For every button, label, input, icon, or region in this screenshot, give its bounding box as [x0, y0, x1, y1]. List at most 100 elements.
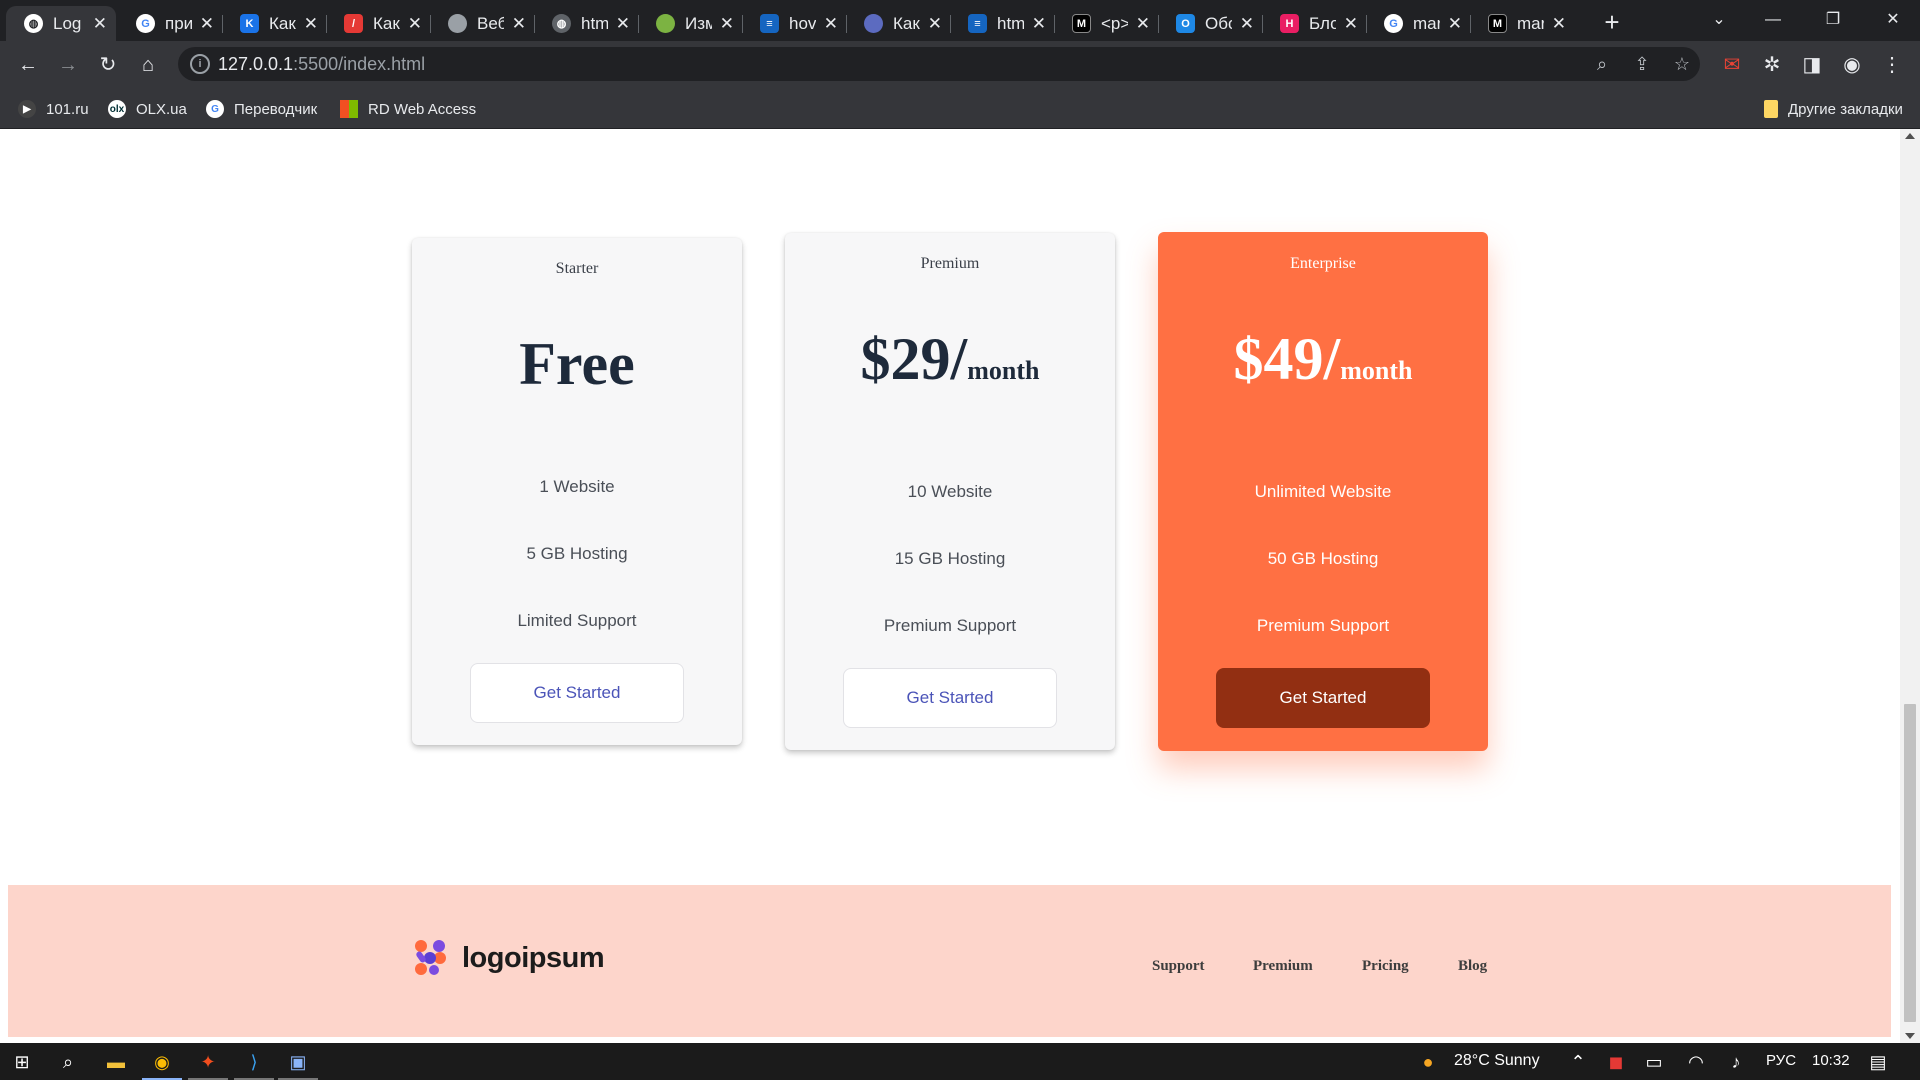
bookmark-star-icon[interactable]: ☆: [1670, 52, 1694, 76]
profile-avatar-icon[interactable]: ◉: [1838, 51, 1866, 79]
other-bookmarks[interactable]: Другие закладки: [1764, 98, 1903, 120]
bookmark-olx[interactable]: olx OLX.ua: [108, 98, 187, 120]
get-started-button[interactable]: Get Started: [470, 663, 684, 723]
search-icon[interactable]: ⌕: [56, 1050, 80, 1074]
olx-icon: olx: [108, 100, 126, 118]
close-icon[interactable]: ✕: [408, 14, 422, 34]
close-icon[interactable]: ✕: [1552, 14, 1566, 34]
site-info-icon[interactable]: i: [190, 54, 210, 74]
zoom-icon[interactable]: ⌕: [1590, 52, 1614, 76]
volume-icon[interactable]: ♪: [1724, 1050, 1748, 1074]
minimize-button[interactable]: —: [1750, 6, 1796, 34]
tab-label: hov: [789, 13, 816, 33]
close-icon[interactable]: ✕: [200, 14, 214, 34]
scroll-down-arrow-icon[interactable]: [1905, 1033, 1915, 1039]
figma-icon[interactable]: ✦: [196, 1050, 220, 1074]
forward-arrow-icon[interactable]: →: [54, 51, 82, 79]
tab[interactable]: ◍ htm ✕: [534, 6, 638, 41]
battery-icon[interactable]: ▭: [1642, 1050, 1666, 1074]
get-started-button[interactable]: Get Started: [1216, 668, 1430, 728]
tray-app-icon[interactable]: ◼: [1604, 1050, 1628, 1074]
other-bookmarks-label: Другие закладки: [1788, 100, 1903, 118]
bookmark-rd-web-access[interactable]: RD Web Access: [340, 98, 476, 120]
plan-feature: 10 Website: [907, 482, 993, 501]
extensions-puzzle-icon[interactable]: ✲: [1758, 51, 1786, 79]
close-icon[interactable]: ✕: [1240, 14, 1254, 34]
bookmark-101ru[interactable]: ▶ 101.ru: [18, 98, 89, 120]
footer-link-pricing[interactable]: Pricing: [1362, 958, 1409, 975]
close-icon[interactable]: ✕: [928, 14, 942, 34]
close-icon[interactable]: ✕: [824, 14, 838, 34]
folder-icon: [1764, 100, 1778, 118]
footer-link-premium[interactable]: Premium: [1253, 958, 1313, 975]
weather-text[interactable]: 28°C Sunny: [1454, 1052, 1540, 1070]
tab[interactable]: Веб ✕: [430, 6, 534, 41]
chrome-icon[interactable]: ◉: [150, 1050, 174, 1074]
back-arrow-icon[interactable]: ←: [14, 51, 42, 79]
stackoverflow-icon: ≡: [968, 14, 987, 33]
tab[interactable]: K Как ✕: [222, 6, 326, 41]
google-icon: G: [1384, 14, 1403, 33]
tab[interactable]: Как ✕: [846, 6, 950, 41]
footer-link-support[interactable]: Support: [1152, 958, 1205, 975]
tab-search-chevron-icon[interactable]: ⌄: [1696, 6, 1742, 34]
tab[interactable]: M mar ✕: [1470, 6, 1574, 41]
scroll-thumb[interactable]: [1904, 704, 1916, 1022]
tab-label: Изм: [685, 13, 712, 33]
vscode-icon[interactable]: ⟩: [242, 1050, 266, 1074]
plan-feature: 1 Website: [539, 477, 615, 496]
scroll-up-arrow-icon[interactable]: [1905, 133, 1915, 139]
share-icon[interactable]: ⇪: [1630, 52, 1654, 76]
close-icon[interactable]: ✕: [92, 14, 108, 34]
tab[interactable]: Изм ✕: [638, 6, 742, 41]
tab[interactable]: G mar ✕: [1366, 6, 1470, 41]
file-explorer-icon[interactable]: ▬: [104, 1050, 128, 1074]
tab[interactable]: / Как ✕: [326, 6, 430, 41]
site-icon: [656, 14, 675, 33]
close-icon[interactable]: ✕: [1136, 14, 1150, 34]
tab[interactable]: ≡ htm ✕: [950, 6, 1054, 41]
logo[interactable]: logoipsum: [410, 937, 605, 979]
reload-icon[interactable]: ↻: [94, 51, 122, 79]
menu-kebab-icon[interactable]: ⋮: [1878, 51, 1906, 79]
weather-sun-icon[interactable]: ●: [1416, 1050, 1440, 1074]
tab[interactable]: O Обо ✕: [1158, 6, 1262, 41]
plan-feature: 15 GB Hosting: [894, 549, 1006, 568]
globe-icon: ◍: [24, 14, 43, 33]
close-icon[interactable]: ✕: [1032, 14, 1046, 34]
clock-time[interactable]: 10:32: [1812, 1052, 1850, 1069]
tab[interactable]: H Бло ✕: [1262, 6, 1366, 41]
side-panel-icon[interactable]: ◨: [1798, 51, 1826, 79]
close-icon[interactable]: ✕: [304, 14, 318, 34]
language-indicator[interactable]: РУС: [1766, 1052, 1796, 1069]
close-window-button[interactable]: ✕: [1870, 6, 1916, 34]
pricing-card-premium: Premium $29/month 10 Website 15 GB Hosti…: [785, 233, 1115, 750]
wifi-icon[interactable]: ◠: [1684, 1050, 1708, 1074]
tab-active[interactable]: ◍ Log ✕: [6, 6, 116, 41]
footer-link-blog[interactable]: Blog: [1458, 958, 1487, 975]
close-icon[interactable]: ✕: [720, 14, 734, 34]
tab[interactable]: G при ✕: [118, 6, 222, 41]
tab[interactable]: ≡ hov ✕: [742, 6, 846, 41]
new-tab-button[interactable]: +: [1598, 8, 1626, 36]
app-window-icon[interactable]: ▣: [286, 1050, 310, 1074]
get-started-button[interactable]: Get Started: [843, 668, 1057, 728]
windows-icon: [340, 100, 358, 118]
home-icon[interactable]: ⌂: [134, 51, 162, 79]
restore-button[interactable]: ❐: [1810, 6, 1856, 34]
notifications-icon[interactable]: ▤: [1866, 1050, 1890, 1074]
address-bar[interactable]: i 127.0.0.1:5500/index.html ⌕ ⇪ ☆: [178, 47, 1700, 81]
page-scrollbar[interactable]: [1900, 129, 1920, 1043]
windows-start-icon[interactable]: ⊞: [10, 1050, 34, 1074]
site-icon: H: [1280, 14, 1299, 33]
url-text[interactable]: 127.0.0.1:5500/index.html: [218, 54, 425, 75]
close-icon[interactable]: ✕: [1344, 14, 1358, 34]
close-icon[interactable]: ✕: [616, 14, 630, 34]
price-amount: Free: [519, 331, 635, 397]
close-icon[interactable]: ✕: [512, 14, 526, 34]
tab[interactable]: M <p> ✕: [1054, 6, 1158, 41]
chevron-up-icon[interactable]: ⌃: [1566, 1050, 1590, 1074]
close-icon[interactable]: ✕: [1448, 14, 1462, 34]
bookmark-translator[interactable]: G Переводчик: [206, 98, 317, 120]
gmail-extension-icon[interactable]: ✉: [1718, 51, 1746, 79]
